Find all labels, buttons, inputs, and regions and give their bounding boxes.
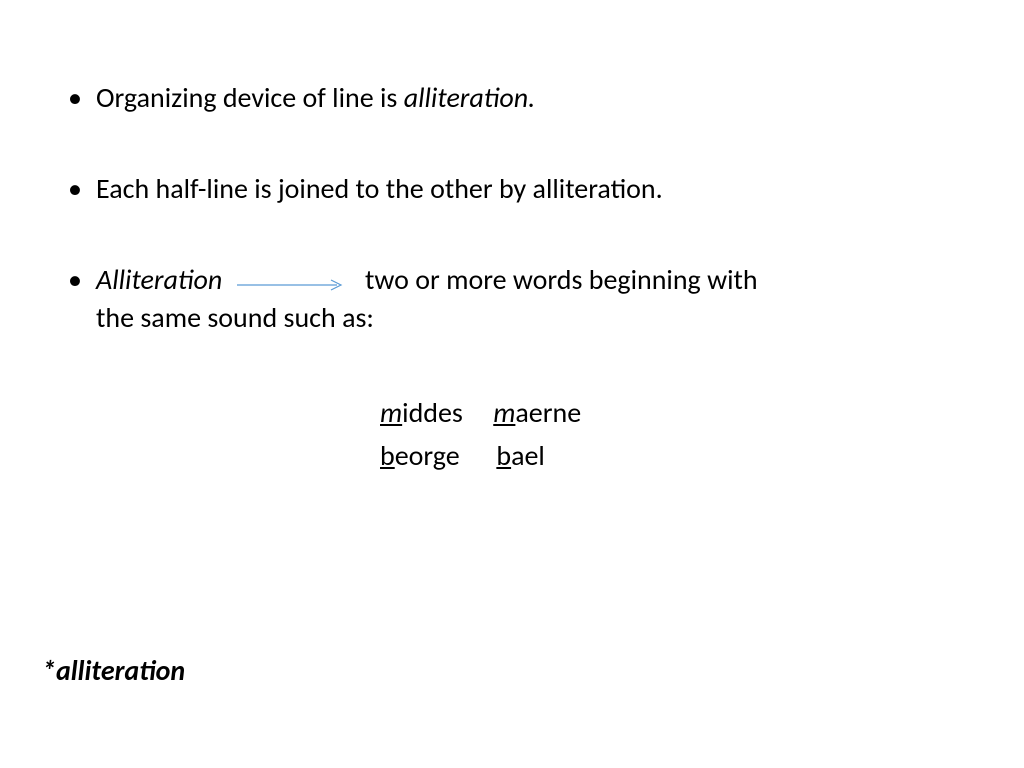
ex2-w1-u: b bbox=[380, 438, 395, 473]
bullet-item-1: Organizing device of line is alliteratio… bbox=[60, 80, 964, 115]
example-row-2: beorge bael bbox=[380, 434, 964, 477]
footnote: *alliteration bbox=[42, 653, 185, 688]
bullet-list: Organizing device of line is alliteratio… bbox=[60, 80, 964, 335]
bullet-3-def-a: two or more words beginning with bbox=[365, 262, 758, 297]
examples-block: middes maerne beorge bael bbox=[380, 391, 964, 478]
ex1-w2-r: aerne bbox=[515, 395, 581, 430]
bullet-item-3: Alliteration two or more words beginning… bbox=[60, 262, 964, 335]
example-row-1: middes maerne bbox=[380, 391, 964, 434]
bullet-1-italic: alliteration. bbox=[404, 80, 536, 115]
bullet-3-def-b: the same sound such as: bbox=[96, 300, 374, 335]
slide: Organizing device of line is alliteratio… bbox=[0, 0, 1024, 768]
ex2-w2-u: b bbox=[496, 438, 511, 473]
bullet-3-term: Alliteration bbox=[96, 262, 222, 297]
bullet-1-text: Organizing device of line is bbox=[96, 80, 404, 115]
ex1-w2-u: m bbox=[493, 395, 515, 430]
ex2-w2-r: ael bbox=[511, 438, 545, 473]
bullet-item-2: Each half-line is joined to the other by… bbox=[60, 171, 964, 206]
arrow-icon bbox=[237, 265, 347, 300]
ex1-w1-r: iddes bbox=[402, 395, 463, 430]
ex2-w1-r: eorge bbox=[395, 438, 460, 473]
ex1-w1-u: m bbox=[380, 395, 402, 430]
bullet-2-text: Each half-line is joined to the other by… bbox=[96, 171, 663, 206]
